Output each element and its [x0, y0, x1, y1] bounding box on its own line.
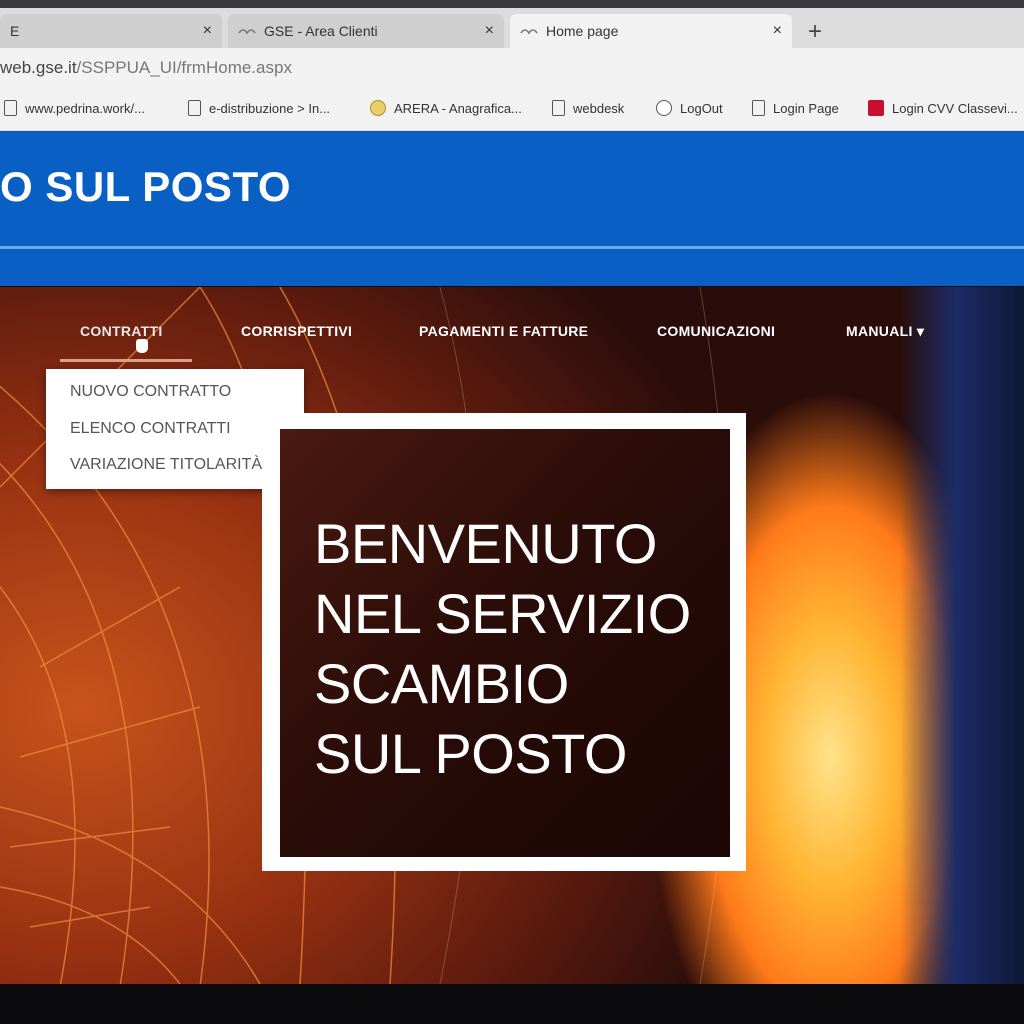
bookmark-webdesk[interactable]: webdesk [552, 100, 624, 116]
close-icon[interactable]: × [485, 22, 494, 40]
bookmark-label: ARERA - Anagrafica... [394, 100, 522, 116]
bookmark-label: Login CVV Classevi... [892, 100, 1018, 116]
bookmark-label: www.pedrina.work/... [25, 100, 145, 116]
page-icon [4, 100, 17, 116]
bookmarks-bar: www.pedrina.work/... e-distribuzione > I… [0, 90, 1024, 131]
browser-tab-2[interactable]: GSE - Area Clienti × [228, 14, 504, 48]
browser-tab-3[interactable]: Home page × [510, 14, 792, 48]
welcome-heading: BENVENUTO NEL SERVIZIO SCAMBIO SUL POSTO [314, 509, 734, 789]
browser-tab-bar: E × GSE - Area Clienti × Home page × + [0, 8, 1024, 48]
bookmark-login-page[interactable]: Login Page [752, 100, 839, 116]
address-bar[interactable]: web.gse.it/SSPPUA_UI/frmHome.aspx [0, 48, 1024, 90]
url-host: web.gse.it [0, 58, 77, 77]
page-icon [752, 100, 765, 116]
welcome-line-1: BENVENUTO [314, 512, 657, 575]
url-path: /SSPPUA_UI/frmHome.aspx [76, 58, 292, 77]
new-tab-button[interactable]: + [800, 18, 830, 48]
site-title: O SUL POSTO [0, 163, 292, 210]
classeviva-icon [868, 100, 884, 116]
bookmark-label: Login Page [773, 100, 839, 116]
dropdown-elenco-contratti[interactable]: ELENCO CONTRATTI [70, 420, 231, 438]
arera-icon [370, 100, 386, 116]
bookmark-label: webdesk [573, 100, 625, 116]
bookmark-pedrina[interactable]: www.pedrina.work/... [4, 100, 145, 116]
mouse-cursor-icon [136, 339, 148, 353]
welcome-line-3: SCAMBIO [314, 652, 569, 715]
bookmark-logout[interactable]: LogOut [656, 100, 723, 116]
main-menu: CONTRATTI CORRISPETTIVI PAGAMENTI E FATT… [0, 323, 1024, 363]
bookmark-e-distribuzione[interactable]: e-distribuzione > In... [188, 100, 330, 116]
window-top-edge [0, 0, 1024, 8]
menu-manuali[interactable]: MANUALI ▾ [846, 323, 924, 340]
close-icon[interactable]: × [203, 22, 212, 40]
menu-comunicazioni[interactable]: COMUNICAZIONI [657, 323, 775, 339]
bookmark-classeviva[interactable]: Login CVV Classevi... [868, 100, 1018, 116]
hero-banner: CONTRATTI CORRISPETTIVI PAGAMENTI E FATT… [0, 287, 1024, 984]
page-icon [552, 100, 565, 116]
tab-title: E [10, 23, 20, 39]
menu-contratti[interactable]: CONTRATTI [80, 323, 163, 339]
dropdown-variazione-titolarita[interactable]: VARIAZIONE TITOLARITÀ [70, 456, 262, 474]
welcome-line-2: NEL SERVIZIO [314, 582, 691, 645]
bookmark-label: LogOut [680, 100, 723, 116]
menu-corrispettivi[interactable]: CORRISPETTIVI [241, 323, 352, 339]
page-icon [188, 100, 201, 116]
dropdown-nuovo-contratto[interactable]: NUOVO CONTRATTO [70, 383, 231, 401]
gse-logo-icon [238, 29, 256, 35]
bookmark-label: e-distribuzione > In... [209, 100, 331, 116]
url-field[interactable]: web.gse.it/SSPPUA_UI/frmHome.aspx [0, 58, 292, 78]
hero-dark-edge [900, 287, 1024, 984]
active-menu-underline [60, 359, 192, 362]
welcome-line-4: SUL POSTO [314, 722, 627, 785]
browser-tab-1[interactable]: E × [0, 14, 222, 48]
header-divider [0, 246, 1024, 249]
tab-title: Home page [546, 23, 619, 39]
menu-pagamenti-e-fatture[interactable]: PAGAMENTI E FATTURE [419, 323, 588, 339]
bottom-black-bar [0, 984, 1024, 1024]
gse-logo-icon [520, 29, 538, 35]
site-header: O SUL POSTO [0, 131, 1024, 286]
close-icon[interactable]: × [773, 22, 782, 40]
bookmark-arera[interactable]: ARERA - Anagrafica... [370, 100, 522, 116]
tab-title: GSE - Area Clienti [264, 23, 378, 39]
logout-icon [656, 100, 672, 116]
